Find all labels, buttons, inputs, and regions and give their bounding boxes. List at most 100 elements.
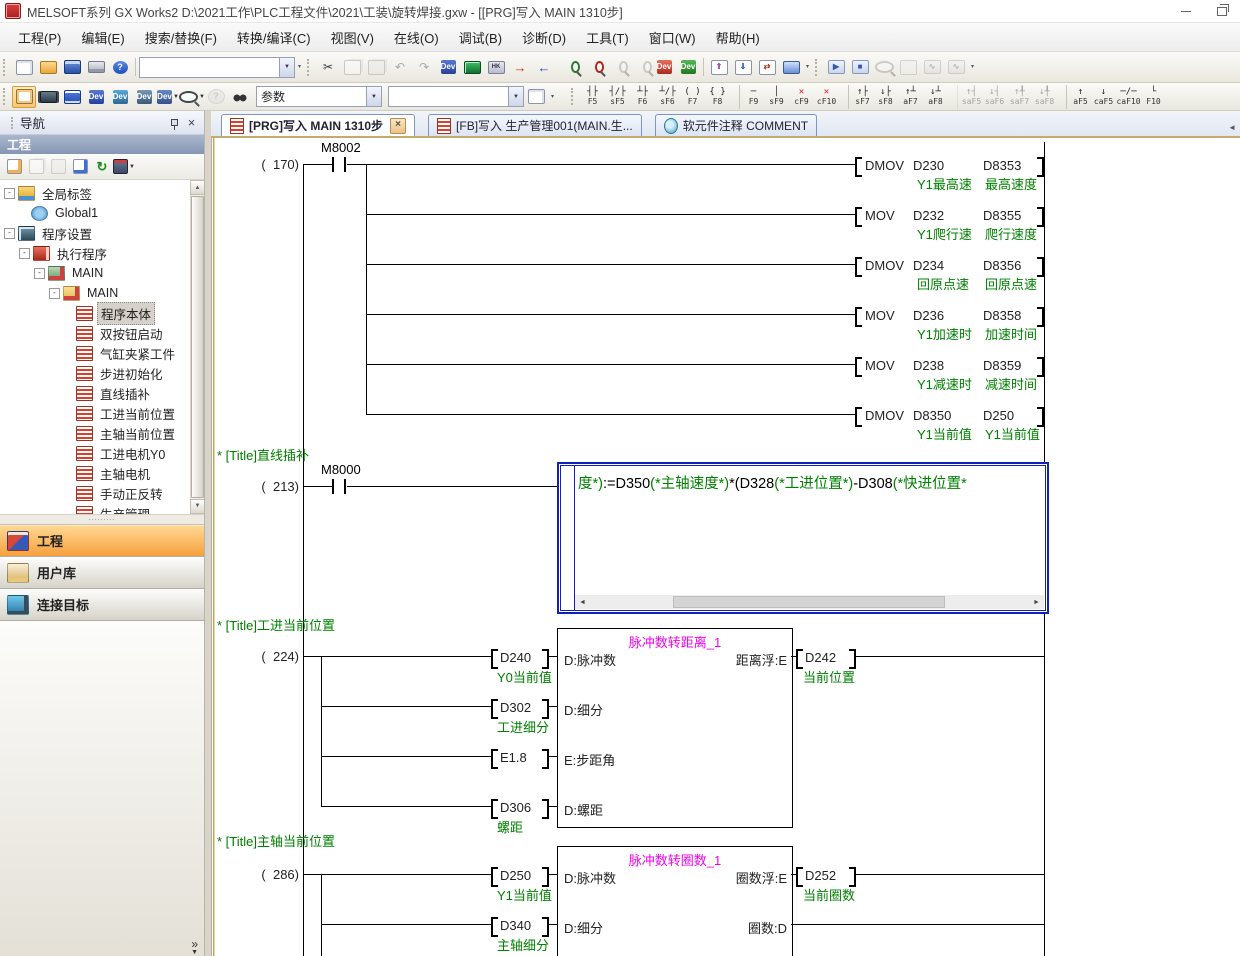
contact-device-label[interactable]: M8002 — [321, 140, 361, 155]
scan-time-icon[interactable]: ∿ — [920, 56, 944, 78]
footer-caret-icon[interactable]: ▼ — [191, 949, 198, 956]
toolbar-overflow-icon[interactable]: ▾ — [806, 65, 809, 69]
device-memory-icon[interactable] — [36, 86, 60, 108]
ladder-symbol-button[interactable]: ─F9 — [739, 85, 764, 109]
save-icon[interactable] — [60, 56, 84, 78]
expand-toggle[interactable]: - — [4, 228, 15, 239]
toolbar-overflow-icon[interactable]: ▾ — [298, 65, 301, 69]
instruction-cell[interactable]: MOV D238 D8359 Y1减速时 减速时间 — [851, 357, 1047, 407]
scrollbar-thumb[interactable] — [673, 596, 945, 608]
open-file-icon[interactable] — [36, 56, 60, 78]
tab-fb-production[interactable]: [FB]写入 生产管理001(MAIN.生... — [428, 114, 642, 136]
tab-device-comment[interactable]: 软元件注释 COMMENT — [655, 114, 817, 136]
sampling-trace-icon[interactable]: ∿ — [944, 56, 968, 78]
combo-caret-icon[interactable]: ▼ — [366, 87, 381, 106]
ladder-symbol-button[interactable]: ↓┤saF6 — [982, 85, 1007, 109]
device-find-icon[interactable]: Dev — [84, 86, 108, 108]
new-file-icon[interactable] — [12, 56, 36, 78]
tab-close-icon[interactable]: × — [390, 118, 406, 134]
tree-item[interactable]: 工进当前位置 — [0, 403, 190, 423]
ladder-symbol-button[interactable]: ─/─caF10 — [1116, 85, 1141, 109]
tree-item[interactable]: Global1 — [0, 203, 190, 223]
menu-item[interactable]: 搜索/替换(F) — [135, 23, 227, 52]
transfer-back-icon[interactable]: ← — [532, 56, 556, 78]
tree-item[interactable]: - MAIN — [0, 283, 190, 303]
ladder-symbol-button[interactable]: ↓caF5 — [1091, 85, 1116, 109]
filter-sort-icon[interactable]: ▼ — [113, 156, 135, 177]
print-icon[interactable] — [84, 56, 108, 78]
inline-st-box[interactable]: 度*):=D350(*主轴速度*)*(D328(*工进位置*)-D308(*快进… — [557, 462, 1049, 614]
ladder-symbol-button[interactable]: ↑┤saF5 — [957, 85, 982, 109]
ladder-symbol-button[interactable]: ↓┴aF8 — [923, 85, 948, 109]
parameter-combo[interactable]: 参数 ▼ — [256, 86, 382, 107]
ladder-symbol-button[interactable]: └F10 — [1141, 85, 1166, 109]
expand-toggle[interactable]: - — [19, 248, 30, 259]
restore-button[interactable] — [1204, 1, 1240, 22]
ladder-symbol-button[interactable]: { }F8 — [705, 85, 730, 109]
device-cell[interactable]: D302 工进细分 — [487, 699, 559, 749]
function-block[interactable]: 脉冲数转圈数_1 D:脉冲数D:细分 圈数浮:E 圈数:D — [557, 846, 793, 956]
test-mode-icon[interactable]: HK — [484, 56, 508, 78]
device-cell[interactable]: D240 Y0当前值 — [487, 649, 559, 699]
ladder-symbol-button[interactable]: ┤├F5 — [580, 85, 605, 109]
tree-item[interactable]: 步进初始化 — [0, 363, 190, 383]
expand-toggle[interactable]: - — [4, 188, 15, 199]
copy-item-icon[interactable] — [25, 156, 47, 177]
task-button-user-library[interactable]: 用户库 — [0, 557, 204, 589]
scroll-left-icon[interactable]: ◄ — [575, 595, 590, 609]
expand-toggle[interactable] — [64, 449, 73, 458]
monitor-pause-icon[interactable] — [872, 56, 896, 78]
device-cell[interactable]: E1.8 — [487, 749, 559, 799]
expand-toggle[interactable] — [64, 489, 73, 498]
st-horizontal-scrollbar[interactable]: ◄ ► — [575, 595, 1044, 609]
tree-item[interactable]: 主轴电机 — [0, 463, 190, 483]
new-item-icon[interactable] — [3, 156, 25, 177]
close-icon[interactable]: × — [183, 115, 200, 131]
monitor-start-icon[interactable]: ▶ — [824, 56, 848, 78]
ladder-symbol-button[interactable]: ┤/├sF5 — [605, 85, 630, 109]
tree-scrollbar[interactable]: ▲ ▼ — [190, 180, 204, 514]
tree-item[interactable]: - 执行程序 — [0, 243, 190, 263]
tree-item[interactable]: 手动正反转 — [0, 483, 190, 503]
tree-item[interactable]: 工进电机Y0 — [0, 443, 190, 463]
help-icon[interactable]: ? — [108, 56, 132, 78]
menu-item[interactable]: 编辑(E) — [71, 23, 134, 52]
device-search-icon[interactable]: ▼ — [180, 86, 204, 108]
comment-display-icon[interactable]: Dev▼ — [156, 86, 180, 108]
redo-icon[interactable]: ↷ — [412, 56, 436, 78]
ladder-symbol-button[interactable]: ✕cF10 — [814, 85, 839, 109]
toolbar-overflow-icon[interactable]: ▾ — [551, 95, 554, 99]
menu-item[interactable]: 工程(P) — [8, 23, 71, 52]
monitor-watch-icon[interactable] — [896, 56, 920, 78]
find-device-green-icon[interactable] — [556, 56, 580, 78]
task-button-connection[interactable]: 连接目标 — [0, 589, 204, 621]
instruction-cell[interactable]: DMOV D230 D8353 Y1最高速 最高速度 — [851, 157, 1047, 207]
expand-toggle[interactable] — [64, 429, 73, 438]
cross-reference-icon[interactable] — [228, 86, 252, 108]
ladder-editor-canvas[interactable]: ( 170) M8002 DMOV D230 D8353 — [211, 136, 1240, 956]
ladder-symbol-button[interactable]: ↓├sF8 — [873, 85, 898, 109]
menu-item[interactable]: 诊断(D) — [512, 23, 576, 52]
toolbar-overflow-icon[interactable]: ▾ — [971, 65, 974, 69]
statement-list-icon[interactable] — [60, 86, 84, 108]
device-cell[interactable]: D306 螺距 — [487, 799, 559, 849]
expand-toggle[interactable]: - — [49, 288, 60, 299]
tab-prg-main[interactable]: [PRG]写入 MAIN 1310步 × — [221, 114, 415, 136]
instruction-cell[interactable]: DMOV D234 D8356 回原点速 回原点速 — [851, 257, 1047, 307]
expand-toggle[interactable] — [64, 389, 73, 398]
ladder-symbol-button[interactable]: ↓╀saF8 — [1032, 85, 1057, 109]
device-display-icon[interactable]: Dev — [108, 86, 132, 108]
panel-resize-handle[interactable]: ......... — [0, 514, 204, 525]
scroll-up-icon[interactable]: ▲ — [190, 180, 204, 195]
find-device-red-icon[interactable] — [580, 56, 604, 78]
expand-toggle[interactable] — [64, 409, 73, 418]
menu-item[interactable]: 在线(O) — [384, 23, 449, 52]
expand-toggle[interactable]: - — [34, 268, 45, 279]
function-block[interactable]: 脉冲数转距离_1 D:脉冲数D:细分E:步距角D:螺距 距离浮:E — [557, 628, 793, 828]
combo-caret-icon[interactable]: ▼ — [279, 58, 294, 77]
navigation-toggle-icon[interactable] — [12, 86, 36, 108]
tree-item[interactable]: 生产管理 — [0, 503, 190, 514]
scroll-down-icon[interactable]: ▼ — [190, 499, 204, 514]
menu-item[interactable]: 视图(V) — [321, 23, 384, 52]
monitor-mode-icon[interactable] — [779, 56, 803, 78]
